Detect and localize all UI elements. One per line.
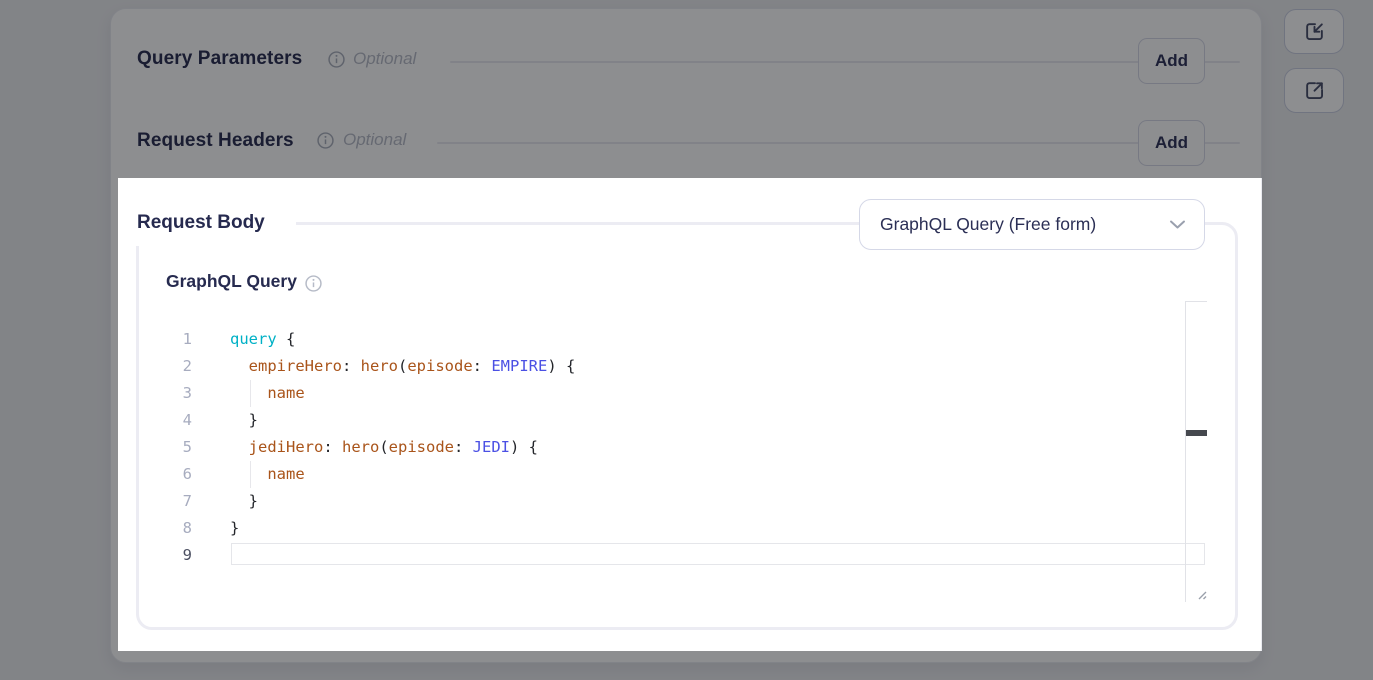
editor-gutter: 123456789 [150, 326, 192, 569]
code-line[interactable]: } [230, 407, 1180, 434]
request-headers-title: Request Headers [137, 130, 294, 152]
chevron-down-icon [1169, 219, 1186, 230]
line-number: 2 [150, 353, 192, 380]
indent-guide [250, 380, 251, 407]
request-headers-optional-label: Optional [343, 130, 406, 150]
body-type-select-value: GraphQL Query (Free form) [880, 214, 1169, 235]
code-line[interactable]: name [230, 380, 1180, 407]
line-number: 5 [150, 434, 192, 461]
indent-guide [250, 461, 251, 488]
code-line[interactable]: } [230, 515, 1180, 542]
request-headers-divider [437, 142, 1240, 144]
query-parameters-divider [450, 61, 1240, 63]
editor-resize-grip-icon[interactable] [1193, 586, 1207, 600]
line-number: 9 [150, 542, 192, 569]
line-number: 1 [150, 326, 192, 353]
add-request-header-button[interactable]: Add [1138, 120, 1205, 166]
code-line[interactable]: empireHero: hero(episode: EMPIRE) { [230, 353, 1180, 380]
query-parameters-info-icon[interactable] [328, 51, 345, 68]
line-number: 7 [150, 488, 192, 515]
open-external-icon [1304, 80, 1325, 101]
request-body-title: Request Body [137, 212, 265, 234]
line-number: 6 [150, 461, 192, 488]
query-parameters-title: Query Parameters [137, 48, 302, 70]
code-line[interactable]: name [230, 461, 1180, 488]
collapse-editor-button[interactable] [1284, 9, 1344, 54]
page: Query Parameters Optional Add Request He… [0, 0, 1373, 680]
graphql-query-info-icon[interactable] [305, 275, 322, 292]
request-headers-info-icon[interactable] [317, 132, 334, 149]
request-body-legend: Request Body [124, 200, 296, 246]
body-type-select[interactable]: GraphQL Query (Free form) [859, 199, 1205, 250]
query-parameters-optional-label: Optional [353, 49, 416, 69]
code-line[interactable]: query { [230, 326, 1180, 353]
add-query-parameter-button[interactable]: Add [1138, 38, 1205, 84]
open-external-button[interactable] [1284, 68, 1344, 113]
code-line[interactable]: jediHero: hero(episode: JEDI) { [230, 434, 1180, 461]
code-line[interactable] [230, 542, 1180, 569]
graphql-query-label: GraphQL Query [166, 271, 297, 292]
line-number: 3 [150, 380, 192, 407]
code-line[interactable]: } [230, 488, 1180, 515]
collapse-editor-icon [1304, 21, 1325, 42]
editor-scrollbar-thumb[interactable] [1186, 430, 1207, 436]
editor-top-border [1185, 301, 1207, 302]
editor-right-border [1185, 301, 1186, 602]
line-number: 4 [150, 407, 192, 434]
line-number: 8 [150, 515, 192, 542]
editor-code[interactable]: query { empireHero: hero(episode: EMPIRE… [230, 326, 1180, 569]
